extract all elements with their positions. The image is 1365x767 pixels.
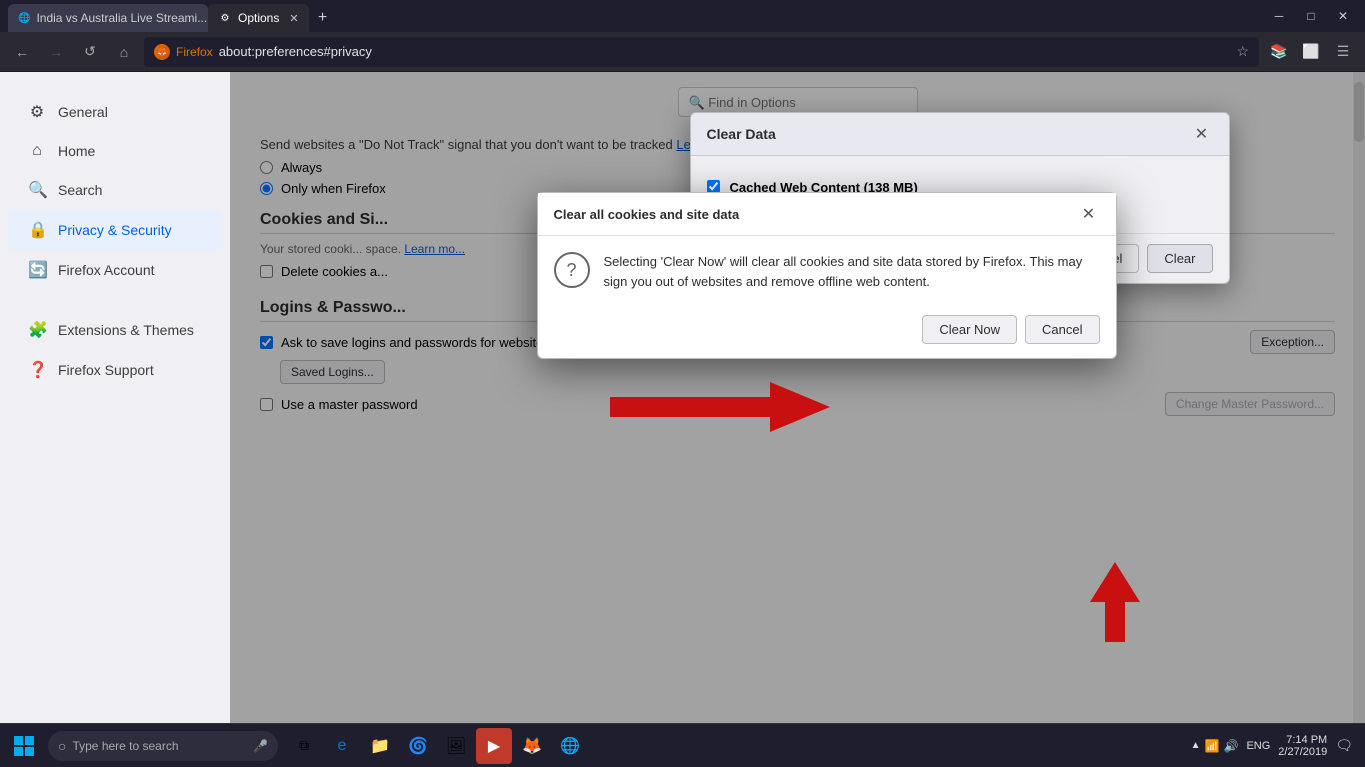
question-icon: ? bbox=[554, 252, 590, 288]
volume-icon[interactable]: 🔊 bbox=[1223, 739, 1238, 753]
app-icon-6[interactable]: ▶ bbox=[476, 728, 512, 764]
taskbar-search-label: Type here to search bbox=[72, 739, 178, 753]
tab-1-title: India vs Australia Live Streami... bbox=[36, 11, 207, 25]
confirm-title: Clear all cookies and site data bbox=[554, 207, 740, 222]
sidebar-item-account-label: Firefox Account bbox=[58, 262, 155, 278]
search-icon: 🔍 bbox=[28, 180, 46, 200]
notification-icon[interactable]: 🗨 bbox=[1335, 737, 1353, 754]
tab-bar: 🌐 India vs Australia Live Streami... ✕ ⚙… bbox=[8, 0, 1265, 32]
clock-date: 2/27/2019 bbox=[1278, 746, 1327, 758]
clock-container: 7:14 PM 2/27/2019 bbox=[1278, 734, 1327, 758]
microphone-icon: 🎤 bbox=[253, 739, 268, 753]
sidebar: ⚙ General ⌂ Home 🔍 Search 🔒 Privacy & Se… bbox=[0, 72, 230, 723]
confirm-title-bar: Clear all cookies and site data ✕ bbox=[538, 193, 1116, 236]
home-icon: ⌂ bbox=[28, 142, 46, 160]
sidebar-item-search-label: Search bbox=[58, 182, 102, 198]
taskbar: ○ Type here to search 🎤 ⧉ e 📁 🌀 🖼 ▶ 🦊 🌐 … bbox=[0, 723, 1365, 767]
start-button[interactable] bbox=[4, 726, 44, 766]
address-text[interactable]: about:preferences#privacy bbox=[219, 44, 1231, 59]
account-icon: 🔄 bbox=[28, 260, 46, 280]
address-bar[interactable]: 🦊 Firefox about:preferences#privacy ☆ bbox=[144, 37, 1259, 67]
clock-time: 7:14 PM bbox=[1278, 734, 1327, 746]
tab-1[interactable]: 🌐 India vs Australia Live Streami... ✕ bbox=[8, 4, 208, 32]
sidebar-item-search[interactable]: 🔍 Search bbox=[8, 170, 222, 210]
nav-bar: ← → ↺ ⌂ 🦊 Firefox about:preferences#priv… bbox=[0, 32, 1365, 72]
taskbar-right: ▲ 📶 🔊 ENG 7:14 PM 2/27/2019 🗨 bbox=[1191, 734, 1361, 758]
chrome-taskbar-icon[interactable]: 🌐 bbox=[552, 728, 588, 764]
sidebar-item-home[interactable]: ⌂ Home bbox=[8, 132, 222, 170]
general-icon: ⚙ bbox=[28, 102, 46, 122]
home-button[interactable]: ⌂ bbox=[110, 38, 138, 66]
search-circle-icon: ○ bbox=[58, 738, 66, 754]
clear-data-clear-button[interactable]: Clear bbox=[1147, 244, 1212, 273]
clear-data-title: Clear Data bbox=[707, 126, 776, 142]
tab-1-favicon: 🌐 bbox=[18, 11, 30, 25]
confirm-text: Selecting 'Clear Now' will clear all coo… bbox=[604, 252, 1100, 291]
taskbar-icons: ⧉ e 📁 🌀 🖼 ▶ 🦊 🌐 bbox=[286, 728, 588, 764]
minimize-button[interactable]: ─ bbox=[1265, 2, 1293, 30]
taskbar-search[interactable]: ○ Type here to search 🎤 bbox=[48, 731, 278, 761]
support-icon: ❓ bbox=[28, 360, 46, 380]
reload-button[interactable]: ↺ bbox=[76, 38, 104, 66]
close-button[interactable]: ✕ bbox=[1329, 2, 1357, 30]
confirm-close-button[interactable]: ✕ bbox=[1078, 203, 1100, 225]
app-icon-4[interactable]: 🌀 bbox=[400, 728, 436, 764]
forward-button[interactable]: → bbox=[42, 38, 70, 66]
restore-button[interactable]: □ bbox=[1297, 2, 1325, 30]
sidebar-item-general-label: General bbox=[58, 104, 108, 120]
title-bar: 🌐 India vs Australia Live Streami... ✕ ⚙… bbox=[0, 0, 1365, 32]
confirm-footer: Clear Now Cancel bbox=[538, 307, 1116, 358]
back-button[interactable]: ← bbox=[8, 38, 36, 66]
sidebar-item-extensions[interactable]: 🧩 Extensions & Themes bbox=[8, 310, 222, 350]
firefox-taskbar-icon[interactable]: 🦊 bbox=[514, 728, 550, 764]
confirm-cancel-button[interactable]: Cancel bbox=[1025, 315, 1099, 344]
library-icon[interactable]: 📚 bbox=[1265, 38, 1293, 66]
sidebar-item-support[interactable]: ❓ Firefox Support bbox=[8, 350, 222, 390]
main-pane: Send websites a "Do Not Track" signal th… bbox=[230, 72, 1365, 723]
task-view-button[interactable]: ⧉ bbox=[286, 728, 322, 764]
tab-2[interactable]: ⚙ Options ✕ bbox=[208, 4, 309, 32]
windows-logo-icon bbox=[14, 736, 34, 756]
extensions-icon: 🧩 bbox=[28, 320, 46, 340]
sidebar-item-support-label: Firefox Support bbox=[58, 362, 154, 378]
network-icon: 📶 bbox=[1205, 739, 1220, 753]
language-label: ENG bbox=[1246, 740, 1270, 752]
sidebar-item-privacy-label: Privacy & Security bbox=[58, 222, 172, 238]
explorer-icon[interactable]: 📁 bbox=[362, 728, 398, 764]
new-tab-button[interactable]: + bbox=[309, 4, 337, 32]
system-tray-icons: ▲ 📶 🔊 bbox=[1191, 739, 1239, 753]
confirm-dialog: Clear all cookies and site data ✕ ? Sele… bbox=[537, 192, 1117, 359]
bookmark-icon[interactable]: ☆ bbox=[1236, 43, 1249, 60]
clear-data-close-button[interactable]: ✕ bbox=[1191, 123, 1213, 145]
sidebar-item-home-label: Home bbox=[58, 143, 95, 159]
tab-2-close[interactable]: ✕ bbox=[289, 12, 298, 25]
tray-expand-icon[interactable]: ▲ bbox=[1191, 740, 1201, 751]
privacy-icon: 🔒 bbox=[28, 220, 46, 240]
window-controls: ─ □ ✕ bbox=[1265, 2, 1357, 30]
tab-2-title: Options bbox=[238, 11, 279, 25]
synced-tabs-icon[interactable]: ⬜ bbox=[1297, 38, 1325, 66]
tab-2-favicon: ⚙ bbox=[218, 11, 232, 25]
confirm-body: ? Selecting 'Clear Now' will clear all c… bbox=[538, 236, 1116, 307]
sidebar-item-firefox-account[interactable]: 🔄 Firefox Account bbox=[8, 250, 222, 290]
firefox-label: Firefox bbox=[176, 45, 213, 59]
clear-data-title-bar: Clear Data ✕ bbox=[691, 113, 1229, 156]
sidebar-item-general[interactable]: ⚙ General bbox=[8, 92, 222, 132]
firefox-icon: 🦊 bbox=[154, 44, 170, 60]
edge-icon[interactable]: e bbox=[324, 728, 360, 764]
clear-now-button[interactable]: Clear Now bbox=[922, 315, 1017, 344]
browser-content: ⚙ General ⌂ Home 🔍 Search 🔒 Privacy & Se… bbox=[0, 72, 1365, 723]
sidebar-item-extensions-label: Extensions & Themes bbox=[58, 322, 194, 338]
menu-button[interactable]: ☰ bbox=[1329, 38, 1357, 66]
nav-right-buttons: 📚 ⬜ ☰ bbox=[1265, 38, 1357, 66]
photos-icon[interactable]: 🖼 bbox=[438, 728, 474, 764]
sidebar-item-privacy[interactable]: 🔒 Privacy & Security bbox=[8, 210, 222, 250]
